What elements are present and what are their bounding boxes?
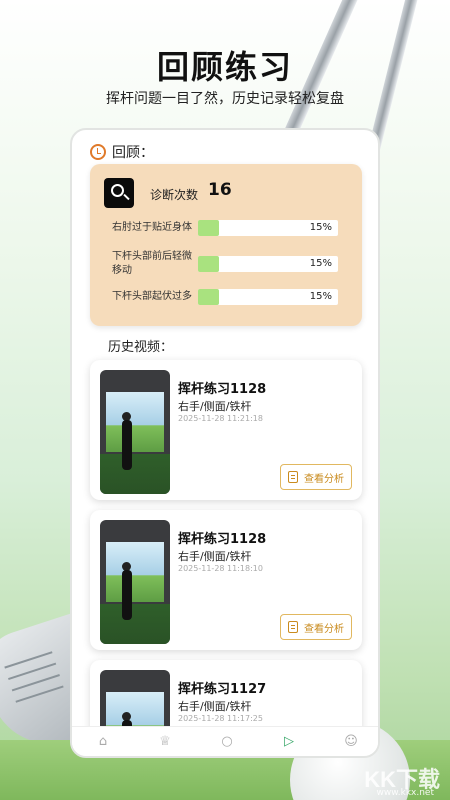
phone-screen: 回顾： 诊断次数 16 右肘过于贴近身体 15% 下杆头部前后轻微移动 15% … [70, 128, 380, 758]
view-analysis-button[interactable]: 查看分析 [280, 614, 352, 640]
video-time: 2025-11-28 11:21:18 [178, 414, 263, 423]
issue-bar: 15% [198, 256, 338, 272]
video-title: 挥杆练习1127 [178, 682, 267, 697]
bottom-tab-bar: ⌂ ♕ ○ ▷ ☺ [72, 726, 378, 756]
issue-bar-fill [198, 289, 219, 305]
document-icon [288, 621, 298, 633]
document-icon [288, 471, 298, 483]
video-card[interactable]: 挥杆练习1128 右手/侧面/铁杆 2025-11-28 11:21:18 查看… [90, 360, 362, 500]
video-subtitle: 右手/侧面/铁杆 [178, 400, 252, 413]
view-analysis-button[interactable]: 查看分析 [280, 464, 352, 490]
video-time: 2025-11-28 11:17:25 [178, 714, 263, 723]
video-subtitle: 右手/侧面/铁杆 [178, 700, 252, 713]
video-thumbnail[interactable] [100, 520, 170, 644]
video-title: 挥杆练习1128 [178, 532, 267, 547]
view-analysis-label: 查看分析 [304, 473, 344, 485]
issue-bar-fill [198, 220, 219, 236]
diagnosis-card: 诊断次数 16 右肘过于贴近身体 15% 下杆头部前后轻微移动 15% 下杆头部… [90, 164, 362, 326]
review-header: 回顾： [90, 142, 154, 162]
diagnosis-label: 诊断次数 [150, 188, 199, 202]
diagnosis-count: 16 [208, 180, 232, 200]
watermark-url: www.kkx.net [376, 788, 435, 798]
video-title: 挥杆练习1128 [178, 382, 267, 397]
page-subtitle: 挥杆问题一目了然，历史记录轻松复盘 [106, 91, 344, 107]
issue-bar: 15% [198, 289, 338, 305]
video-card[interactable]: 挥杆练习1128 右手/侧面/铁杆 2025-11-28 11:18:10 查看… [90, 510, 362, 650]
history-header: 历史视频： [108, 340, 174, 355]
issue-percent: 15% [309, 291, 332, 302]
video-time: 2025-11-28 11:18:10 [178, 564, 263, 573]
issue-label: 下杆头部起伏过多 [112, 291, 192, 302]
issue-label: 下杆头部前后轻微移动 [112, 251, 192, 276]
issue-label: 右肘过于贴近身体 [112, 222, 192, 233]
view-analysis-label: 查看分析 [304, 623, 344, 635]
history-icon [90, 144, 106, 160]
issue-bar-fill [198, 256, 219, 272]
chat-icon[interactable]: ○ [216, 731, 238, 753]
review-label: 回顾： [112, 145, 154, 161]
trophy-icon[interactable]: ♕ [154, 731, 176, 753]
video-icon[interactable]: ▷ [278, 731, 300, 753]
issue-bar: 15% [198, 220, 338, 236]
profile-icon[interactable]: ☺ [340, 731, 362, 753]
home-icon[interactable]: ⌂ [92, 731, 114, 753]
issue-percent: 15% [309, 258, 332, 269]
issue-row: 下杆头部前后轻微移动 15% [112, 250, 352, 278]
page-title: 回顾练习 [156, 48, 293, 86]
issue-percent: 15% [309, 222, 332, 233]
video-subtitle: 右手/侧面/铁杆 [178, 550, 252, 563]
video-thumbnail[interactable] [100, 370, 170, 494]
issue-row: 右肘过于贴近身体 15% [112, 220, 352, 236]
issue-row: 下杆头部起伏过多 15% [112, 289, 352, 305]
search-icon [104, 178, 134, 208]
